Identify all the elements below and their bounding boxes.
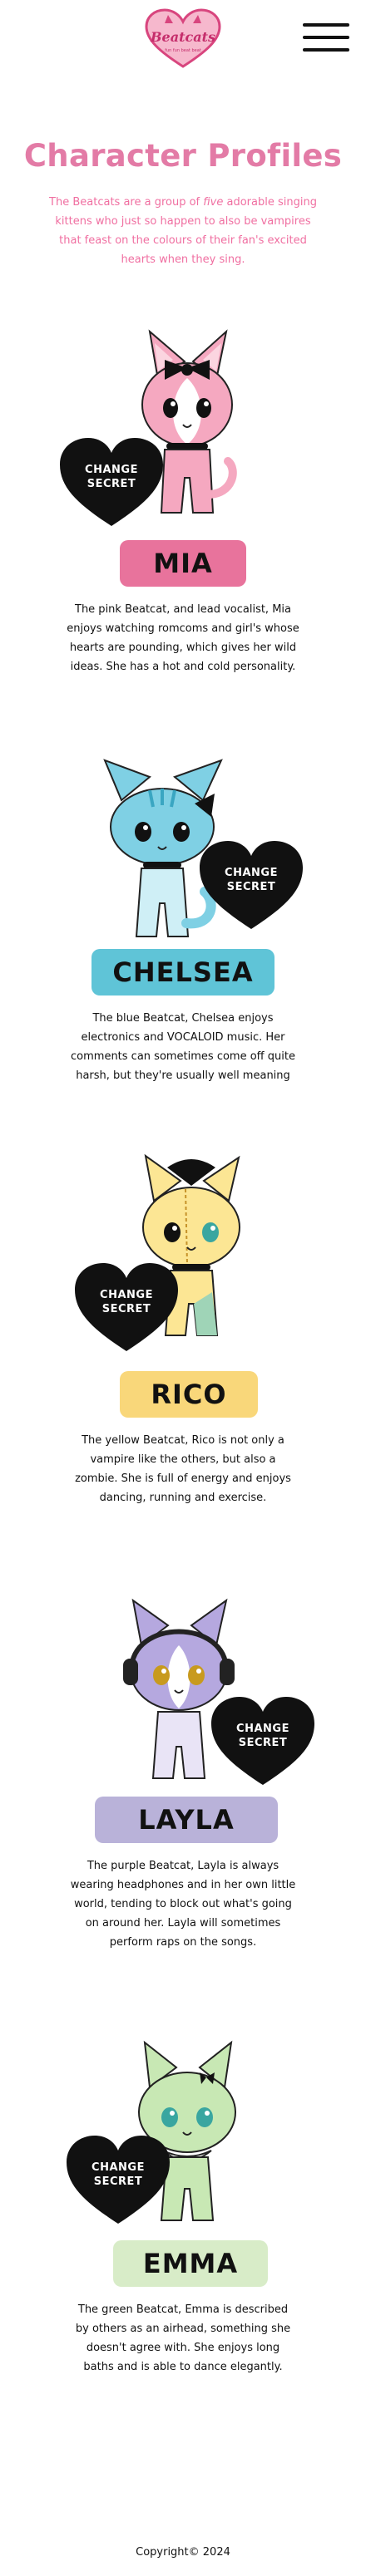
character-name-mia: MIA: [120, 540, 246, 587]
site-header: Beatcats fun fun beat beat: [0, 0, 366, 91]
change-secret-label: CHANGE SECRET: [236, 1723, 289, 1749]
hamburger-menu-icon[interactable]: [299, 18, 353, 57]
change-secret-label: CHANGE SECRET: [225, 867, 278, 893]
intro-paragraph: The Beatcats are a group of five adorabl…: [49, 196, 317, 266]
svg-text:Beatcats: Beatcats: [150, 29, 215, 45]
emphasis-five: five: [203, 196, 224, 209]
character-name-chelsea: CHELSEA: [92, 949, 274, 995]
change-secret-label: CHANGE SECRET: [100, 1289, 153, 1315]
change-secret-button[interactable]: CHANGE SECRET: [73, 1261, 180, 1353]
change-secret-label: CHANGE SECRET: [92, 2161, 145, 2188]
footer-copyright: Copyright© 2024: [136, 2546, 230, 2559]
character-description-mia: The pink Beatcat, and lead vocalist, Mia…: [67, 603, 299, 673]
change-secret-button[interactable]: CHANGE SECRET: [65, 2134, 171, 2225]
svg-text:fun fun beat beat: fun fun beat beat: [165, 48, 201, 53]
character-name-emma: EMMA: [113, 2240, 268, 2287]
character-description-rico: The yellow Beatcat, Rico is not only a v…: [75, 1434, 291, 1504]
character-description-emma: The green Beatcat, Emma is described by …: [75, 2303, 291, 2373]
change-secret-label: CHANGE SECRET: [85, 464, 138, 490]
character-description-layla: The purple Beatcat, Layla is always wear…: [70, 1860, 296, 1949]
page-title: Character Profiles: [23, 138, 343, 174]
change-secret-button[interactable]: CHANGE SECRET: [198, 839, 304, 931]
character-name-rico: RICO: [120, 1371, 258, 1418]
character-name-layla: LAYLA: [95, 1797, 278, 1843]
change-secret-button[interactable]: CHANGE SECRET: [58, 436, 165, 528]
beatcats-logo[interactable]: Beatcats fun fun beat beat: [143, 8, 223, 68]
change-secret-button[interactable]: CHANGE SECRET: [210, 1695, 316, 1787]
character-description-chelsea: The blue Beatcat, Chelsea enjoys electro…: [71, 1012, 295, 1082]
